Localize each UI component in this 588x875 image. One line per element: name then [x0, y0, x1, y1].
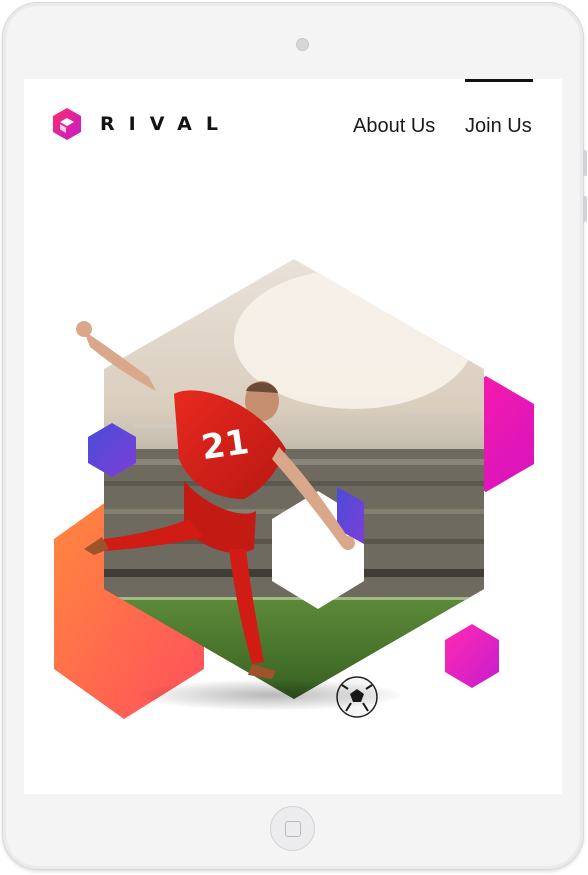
home-button-icon — [285, 821, 301, 837]
home-button[interactable] — [270, 806, 315, 851]
tablet-frame: RIVAL About Us Join Us 21 — [0, 0, 588, 875]
volume-down-button — [583, 196, 587, 222]
nav-about-us[interactable]: About Us — [353, 115, 435, 138]
camera-icon — [296, 38, 309, 51]
volume-up-button — [583, 150, 587, 176]
brand-logo[interactable]: RIVAL — [52, 107, 232, 141]
active-nav-indicator — [465, 79, 533, 82]
player-number: 21 — [199, 422, 251, 468]
small-pink-hexagon-shape — [445, 624, 499, 688]
brand-name: RIVAL — [100, 113, 232, 135]
rival-logo-icon — [53, 108, 81, 140]
device-shadow — [140, 680, 400, 710]
nav-join-us[interactable]: Join Us — [465, 115, 532, 138]
hero-graphic: 21 — [54, 259, 534, 719]
